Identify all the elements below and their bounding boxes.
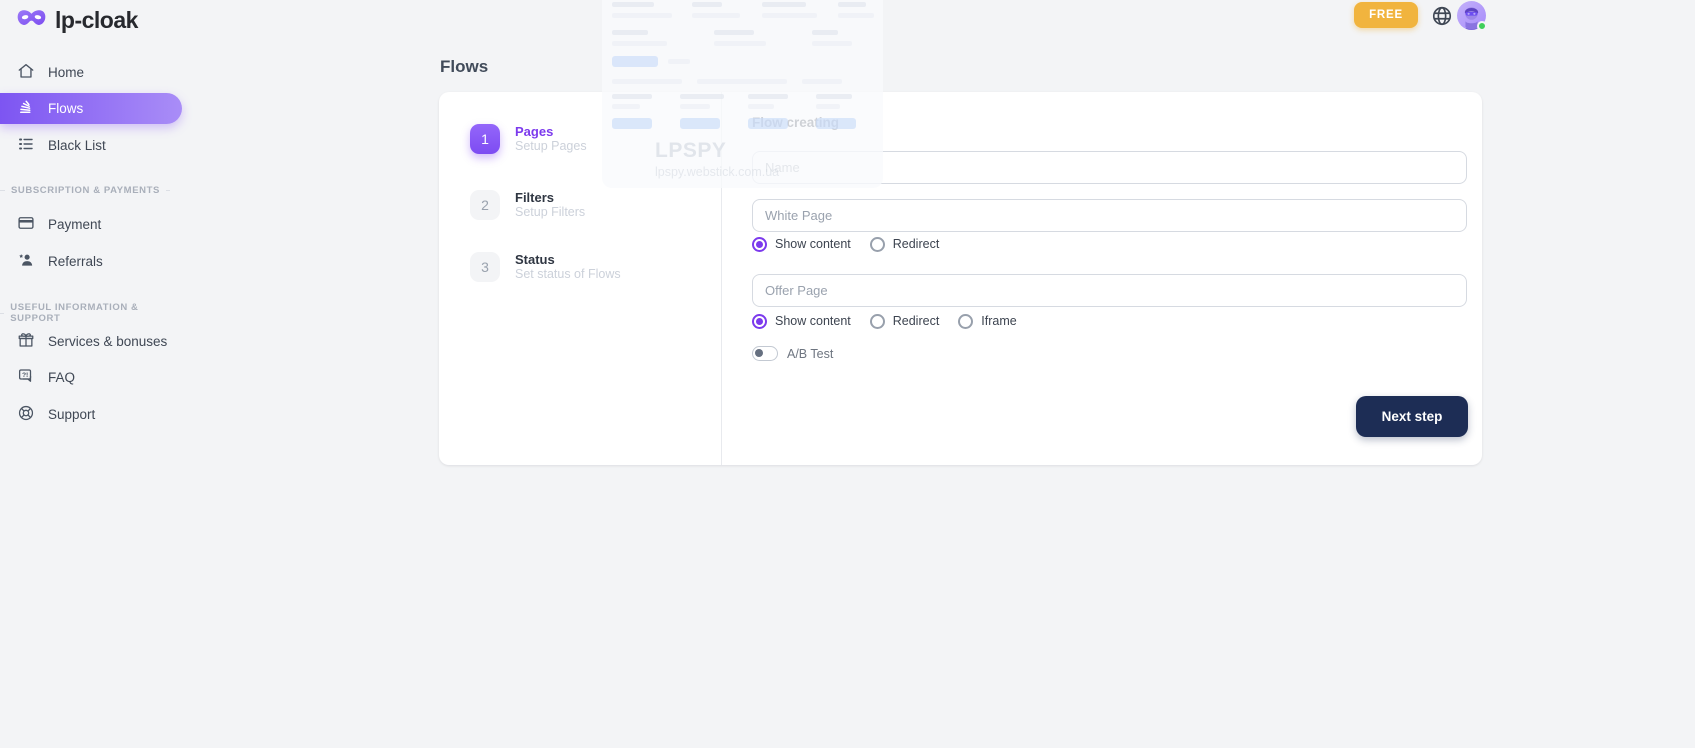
flows-icon: [17, 98, 35, 119]
radio-offer-iframe[interactable]: Iframe: [958, 314, 1016, 329]
faq-chat-icon: ?!: [17, 367, 35, 388]
toggle-icon: [752, 346, 778, 361]
wizard-step-pages[interactable]: 1 Pages Setup Pages: [470, 124, 587, 154]
plan-free-badge[interactable]: FREE: [1354, 2, 1418, 28]
radio-icon: [870, 314, 885, 329]
sidebar-item-support[interactable]: Support: [0, 399, 182, 430]
online-status-dot: [1477, 21, 1487, 31]
wizard-step-filters[interactable]: 2 Filters Setup Filters: [470, 190, 585, 220]
app-logo[interactable]: lp-cloak: [16, 7, 138, 34]
sidebar-item-label: Referrals: [48, 254, 103, 269]
radio-icon: [958, 314, 973, 329]
sidebar-item-label: Services & bonuses: [48, 334, 167, 349]
radio-offer-redirect[interactable]: Redirect: [870, 314, 940, 329]
radio-icon: [752, 314, 767, 329]
sidebar-section-subscription-payments: SUBSCRIPTION & PAYMENTS: [0, 185, 182, 196]
step-number-badge: 3: [470, 252, 500, 282]
form-title: Flow creating: [752, 115, 839, 130]
mask-logo-icon: [16, 8, 47, 34]
radio-white-show-content[interactable]: Show content: [752, 237, 851, 252]
step-number-badge: 1: [470, 124, 500, 154]
home-icon: [17, 62, 35, 83]
gift-icon: [17, 331, 35, 352]
sidebar-item-payment[interactable]: Payment: [0, 209, 182, 240]
user-avatar[interactable]: [1457, 1, 1486, 30]
ab-test-toggle[interactable]: A/B Test: [752, 346, 833, 361]
language-globe-icon[interactable]: [1431, 5, 1453, 27]
credit-card-icon: [17, 214, 35, 235]
sidebar-item-label: FAQ: [48, 370, 75, 385]
radio-icon: [752, 237, 767, 252]
step-subtitle: Set status of Flows: [515, 267, 621, 282]
step-subtitle: Setup Filters: [515, 205, 585, 220]
white-page-input[interactable]: [752, 199, 1467, 232]
sidebar-item-services-bonuses[interactable]: Services & bonuses: [0, 326, 182, 357]
sidebar-item-referrals[interactable]: Referrals: [0, 246, 182, 277]
sidebar-item-faq[interactable]: ?! FAQ: [0, 362, 182, 393]
sidebar-section-useful-info-support: USEFUL INFORMATION & SUPPORT: [0, 302, 182, 324]
step-number-badge: 2: [470, 190, 500, 220]
ab-test-label: A/B Test: [787, 347, 833, 361]
next-step-button[interactable]: Next step: [1356, 396, 1468, 437]
referral-user-icon: [17, 251, 35, 272]
sidebar-item-home[interactable]: Home: [0, 57, 182, 88]
list-icon: [17, 135, 35, 156]
sidebar-item-label: Home: [48, 65, 84, 80]
sidebar-item-label: Payment: [48, 217, 101, 232]
offer-page-mode-radios: Show content Redirect Iframe: [752, 313, 1017, 329]
step-subtitle: Setup Pages: [515, 139, 587, 154]
page-title: Flows: [440, 57, 488, 77]
svg-text:?!: ?!: [22, 372, 28, 379]
offer-page-input[interactable]: [752, 274, 1467, 307]
step-title: Status: [515, 252, 621, 267]
sidebar-item-label: Black List: [48, 138, 106, 153]
sidebar-item-label: Flows: [48, 101, 83, 116]
lifebuoy-icon: [17, 404, 35, 425]
flow-name-input[interactable]: [752, 151, 1467, 184]
card-divider: [721, 92, 722, 465]
app-name: lp-cloak: [55, 7, 138, 34]
radio-icon: [870, 237, 885, 252]
radio-white-redirect[interactable]: Redirect: [870, 237, 940, 252]
sidebar: lp-cloak Home Flows Black List SUBSCRIPT…: [0, 0, 200, 748]
radio-offer-show-content[interactable]: Show content: [752, 314, 851, 329]
flow-creating-card: 1 Pages Setup Pages 2 Filters Setup Filt…: [439, 92, 1482, 465]
sidebar-item-flows[interactable]: Flows: [0, 93, 182, 124]
wizard-step-status[interactable]: 3 Status Set status of Flows: [470, 252, 621, 282]
step-title: Pages: [515, 124, 587, 139]
sidebar-item-black-list[interactable]: Black List: [0, 130, 182, 161]
white-page-mode-radios: Show content Redirect: [752, 236, 939, 252]
step-title: Filters: [515, 190, 585, 205]
sidebar-item-label: Support: [48, 407, 95, 422]
